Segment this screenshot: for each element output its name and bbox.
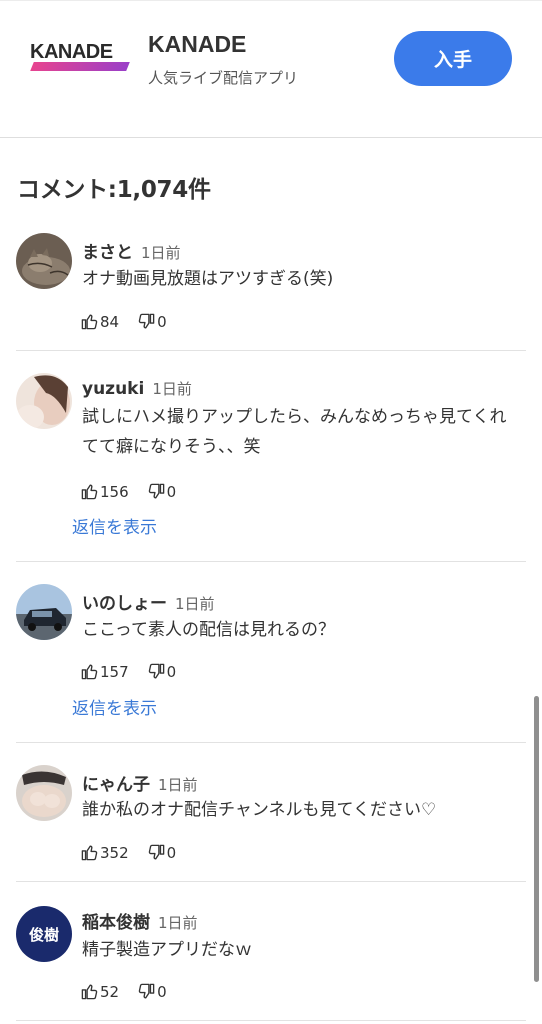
- show-replies-link[interactable]: 返信を表示: [72, 513, 157, 538]
- cat-photo-avatar[interactable]: [16, 233, 72, 289]
- like-button[interactable]: 157: [80, 662, 129, 681]
- comment-text: 精子製造アプリだなｗ: [82, 940, 252, 960]
- comment-reactions: 352 0: [80, 843, 176, 862]
- thumbs-down-icon: [147, 662, 166, 681]
- comment-text: ここって素人の配信は見れるの？: [82, 620, 335, 640]
- comment-count-heading: コメント:1,074件: [17, 177, 211, 203]
- author-name: いのしょー: [82, 594, 167, 614]
- comment-time: 1日前: [152, 380, 192, 398]
- dislike-button[interactable]: 0: [147, 843, 177, 862]
- thumbs-down-icon: [137, 312, 156, 331]
- comment-reactions: 156 0: [80, 482, 176, 501]
- comment-text: 試しにハメ撮りアップしたら、みんなめっちゃ見てくれてて癖になりそう、、笑: [82, 407, 507, 457]
- like-count: 352: [100, 843, 129, 862]
- thumbs-up-icon: [80, 482, 99, 501]
- comment-divider: [16, 881, 526, 882]
- comment-text: 誰か私のオナ配信チャンネルも見てください♡: [82, 800, 437, 820]
- comment-text: オナ動画見放題はアツすぎる(笑): [82, 269, 334, 289]
- dislike-count: 0: [166, 482, 177, 501]
- dislike-count: 0: [166, 843, 177, 862]
- like-button[interactable]: 84: [80, 312, 119, 331]
- show-replies-link[interactable]: 返信を表示: [72, 694, 157, 719]
- thumbs-down-icon: [147, 482, 166, 501]
- thumbs-up-icon: [80, 982, 99, 1001]
- like-count: 84: [100, 312, 120, 331]
- logo-text: KANADE: [30, 41, 113, 63]
- dislike-button[interactable]: 0: [137, 312, 167, 331]
- comment-reactions: 84 0: [80, 312, 167, 331]
- thumbs-down-icon: [147, 843, 166, 862]
- get-app-button[interactable]: 入手: [394, 31, 512, 86]
- dislike-count: 0: [157, 982, 167, 1001]
- author-name: にゃん子: [82, 775, 150, 795]
- like-button[interactable]: 52: [80, 982, 119, 1001]
- thumbs-down-icon: [137, 982, 156, 1001]
- like-count: 52: [100, 982, 120, 1001]
- author-name: 稲本俊樹: [82, 913, 150, 933]
- dislike-count: 0: [157, 312, 167, 331]
- comment-reactions: 52 0: [80, 982, 167, 1001]
- thumbs-up-icon: [80, 843, 99, 862]
- comment-divider: [16, 561, 526, 562]
- comment-author: yuzuki 1日前: [82, 378, 192, 399]
- comment-author: 稲本俊樹 1日前: [82, 908, 198, 933]
- woman-photo-avatar[interactable]: [16, 373, 72, 429]
- app-subtitle: 人気ライブ配信アプリ: [148, 69, 299, 87]
- thumbs-up-icon: [80, 662, 99, 681]
- like-count: 156: [100, 482, 129, 501]
- kanade-logo: KANADE: [30, 41, 134, 75]
- app-banner[interactable]: KANADE KANADE 人気ライブ配信アプリ 入手: [0, 0, 542, 138]
- avatar-initials: 俊樹: [28, 925, 59, 944]
- author-name: yuzuki: [82, 379, 145, 399]
- comment-author: まさと 1日前: [82, 238, 181, 263]
- comment-divider: [16, 742, 526, 743]
- thumbs-up-icon: [80, 312, 99, 331]
- like-count: 157: [100, 662, 129, 681]
- initials-avatar[interactable]: 俊樹: [16, 906, 72, 962]
- logo-stripe: [30, 62, 130, 71]
- dislike-button[interactable]: 0: [147, 482, 177, 501]
- comment-time: 1日前: [158, 776, 198, 794]
- dislike-count: 0: [166, 662, 177, 681]
- car-photo-avatar[interactable]: [16, 584, 72, 640]
- comment-author: いのしょー 1日前: [82, 589, 215, 614]
- author-name: まさと: [82, 243, 133, 263]
- scrollbar-thumb[interactable]: [534, 696, 539, 982]
- comment-reactions: 157 0: [80, 662, 176, 681]
- comment-time: 1日前: [158, 914, 198, 932]
- person-photo-avatar[interactable]: [16, 765, 72, 821]
- comment-time: 1日前: [175, 595, 215, 613]
- dislike-button[interactable]: 0: [147, 662, 177, 681]
- like-button[interactable]: 156: [80, 482, 129, 501]
- dislike-button[interactable]: 0: [137, 982, 167, 1001]
- comment-time: 1日前: [141, 244, 181, 262]
- comment-divider: [16, 350, 526, 351]
- comment-divider: [16, 1020, 526, 1021]
- app-name: KANADE: [148, 31, 247, 57]
- like-button[interactable]: 352: [80, 843, 129, 862]
- comment-author: にゃん子 1日前: [82, 770, 198, 795]
